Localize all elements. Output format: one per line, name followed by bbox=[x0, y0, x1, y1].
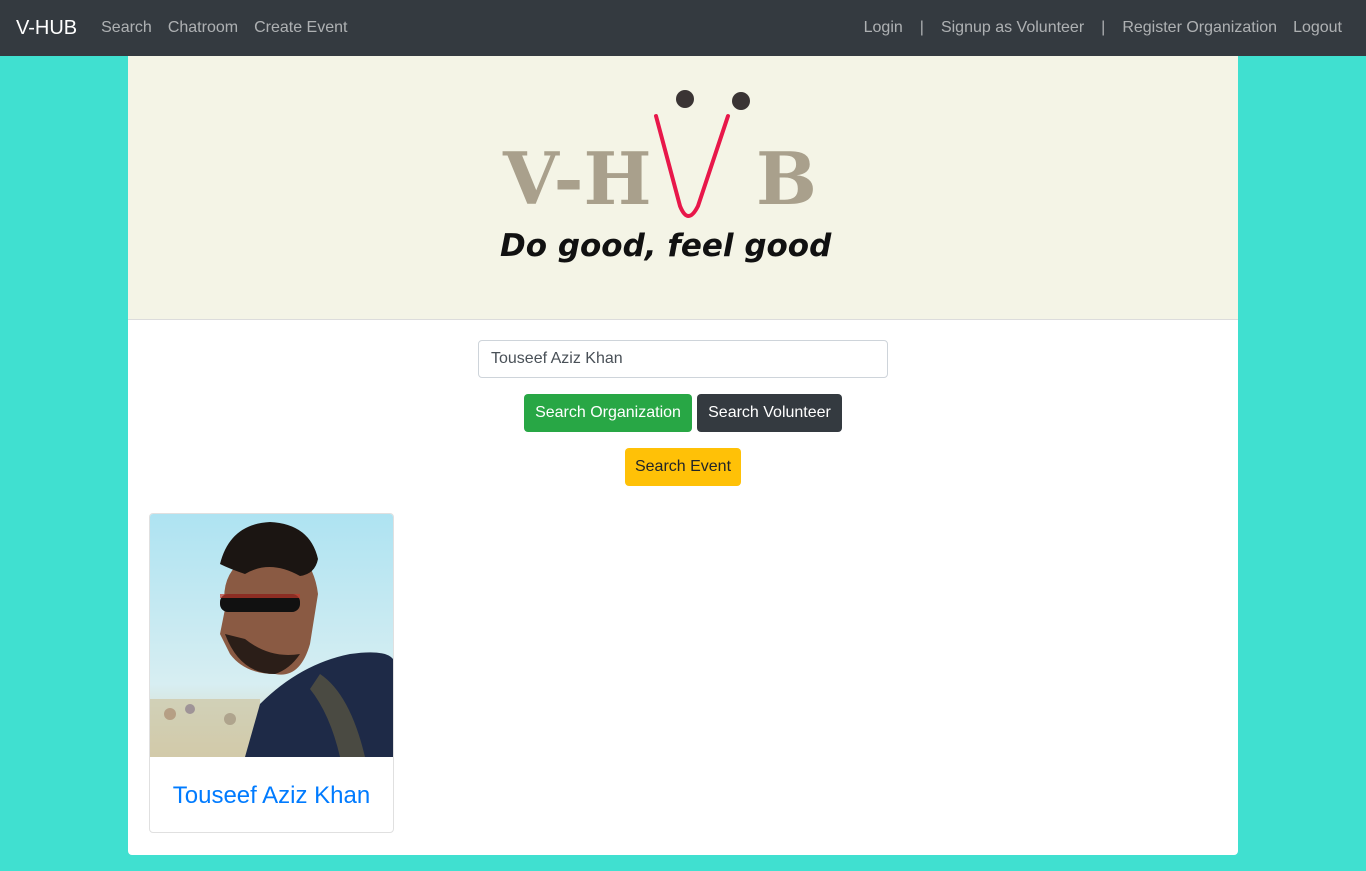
nav-login-link[interactable]: Login bbox=[864, 19, 903, 37]
search-input[interactable] bbox=[478, 340, 888, 378]
nav-right-links: Login | Signup as Volunteer | Register O… bbox=[864, 0, 1342, 56]
nav-chatroom-link[interactable]: Chatroom bbox=[168, 19, 238, 37]
nav-create-event-link[interactable]: Create Event bbox=[254, 19, 347, 37]
nav-separator: | bbox=[1101, 19, 1106, 36]
volunteer-card[interactable]: Touseef Aziz Khan bbox=[149, 513, 394, 833]
nav-logout-link[interactable]: Logout bbox=[1293, 19, 1342, 37]
nav-signup-link[interactable]: Signup as Volunteer bbox=[941, 19, 1084, 37]
nav-left-links: Search Chatroom Create Event bbox=[101, 19, 347, 37]
profile-photo bbox=[150, 514, 393, 757]
banner: V-H B Do good, feel good bbox=[128, 56, 1238, 320]
nav-separator: | bbox=[919, 19, 924, 36]
volunteer-name-link[interactable]: Touseef Aziz Khan bbox=[150, 782, 393, 810]
svg-text:V-H: V-H bbox=[502, 136, 652, 221]
vhub-logo: V-H B Do good, feel good bbox=[500, 90, 832, 264]
search-organization-button[interactable]: Search Organization bbox=[524, 394, 692, 432]
brand-link[interactable]: V-HUB bbox=[16, 17, 77, 40]
nav-search-link[interactable]: Search bbox=[101, 19, 152, 37]
nav-register-link[interactable]: Register Organization bbox=[1122, 19, 1277, 37]
search-volunteer-button[interactable]: Search Volunteer bbox=[697, 394, 842, 432]
svg-text:B: B bbox=[756, 136, 817, 221]
svg-text:Do good, feel good: Do good, feel good bbox=[500, 228, 832, 264]
main-container: V-H B Do good, feel good Search Organiza… bbox=[128, 56, 1238, 855]
top-navbar: V-HUB Search Chatroom Create Event Login… bbox=[0, 0, 1366, 56]
search-event-button[interactable]: Search Event bbox=[625, 448, 741, 486]
